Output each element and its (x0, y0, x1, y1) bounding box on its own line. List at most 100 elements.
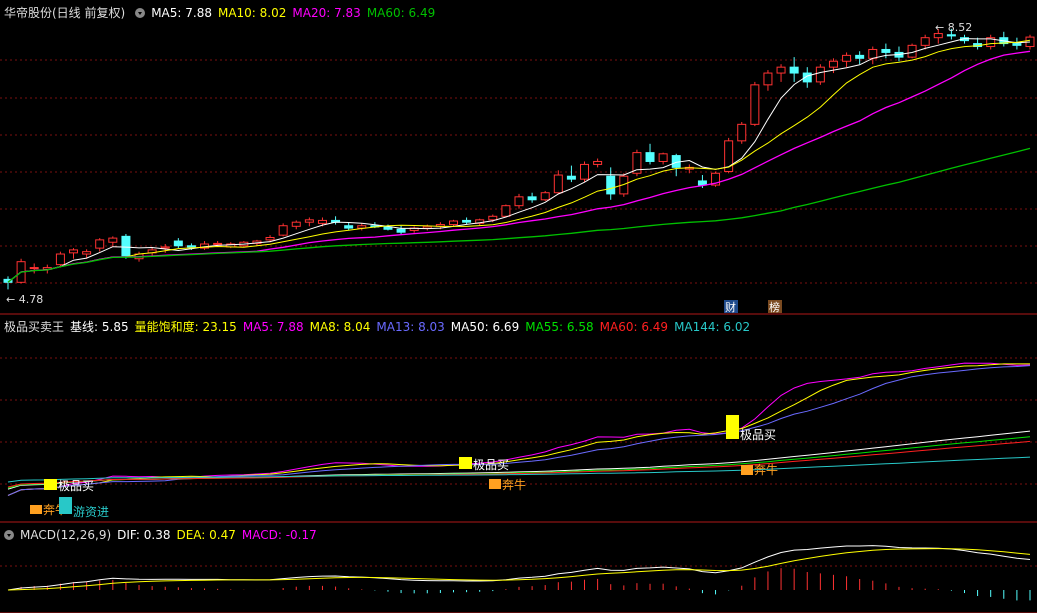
candle-up (95, 239, 105, 249)
legend-item: MA5: 7.88 (242, 320, 304, 334)
bull-signal-marker (489, 479, 501, 489)
candle-up (514, 196, 524, 207)
candle-up (580, 163, 590, 180)
candle-up (842, 54, 852, 62)
gear-icon[interactable] (4, 530, 14, 540)
badge-bang: 榜 (769, 300, 780, 314)
indicator-legend-items: 基线: 5.85 量能饱和度: 23.15 MA5: 7.88 MA8: 8.04 MA… (70, 320, 756, 334)
candle-down (396, 228, 406, 233)
dea-line (7, 548, 1031, 591)
fund-signal-marker (59, 497, 72, 514)
candle-up (29, 267, 39, 270)
legend-item: MA20: 7.83 (292, 6, 361, 20)
candle-up (737, 123, 747, 142)
candle-up (82, 251, 92, 255)
candle-up (501, 205, 511, 217)
candle-up (317, 219, 327, 224)
candle-up (553, 174, 563, 194)
candle-up (828, 60, 838, 68)
candle-up (291, 221, 301, 227)
bull-signal-marker (30, 505, 42, 514)
legend-item: MA5: 7.88 (151, 6, 212, 20)
candle-up (920, 37, 930, 46)
buy-signal-marker (726, 415, 739, 439)
stock-chart-window: ← 8.52 ← 4.78 财榜极品买 奔牛 游资进 极品买 奔牛 极品买 奔牛 华帝股份(日线… (0, 0, 1037, 613)
legend-item: MA55: 6.58 (525, 320, 594, 334)
legend-item: MACD: -0.17 (241, 528, 317, 542)
buy-signal-marker (44, 479, 57, 490)
buy-signal-marker (459, 457, 472, 469)
bull-signal-marker (741, 465, 753, 475)
ma-legend-items: MA5: 7.88 MA10: 8.02 MA20: 7.83 MA60: 6.49 (151, 6, 441, 20)
ind-ma8-line (7, 363, 1030, 496)
legend-item: MA50: 6.69 (450, 320, 520, 334)
legend-item: 基线: 5.85 (70, 320, 129, 334)
ma60-line (7, 147, 1031, 283)
candle-up (213, 242, 223, 245)
bull-signal-label: 奔牛 (754, 462, 778, 477)
candle-down (645, 152, 655, 162)
candle-down (855, 54, 865, 59)
candle-down (789, 66, 799, 74)
legend-item: MA60: 6.49 (599, 320, 669, 334)
buy-signal-label: 极品买 (58, 479, 94, 493)
candle-up (488, 215, 498, 221)
candle-up (933, 33, 943, 39)
candle-up (265, 237, 275, 241)
legend-item: 量能饱和度: 23.15 (134, 320, 237, 334)
high-price-label: ← 8.52 (935, 21, 972, 34)
legend-item: MA144: 6.02 (674, 320, 751, 334)
candle-up (763, 72, 773, 86)
bull-signal-label: 奔牛 (502, 477, 526, 492)
main-legend: 华帝股份(日线 前复权) MA5: 7.88 MA10: 8.02 MA20: 7.8… (4, 4, 447, 21)
macd-title: MACD(12,26,9) (20, 528, 112, 542)
indicator-legend: 极品买卖王 基线: 5.85 量能饱和度: 23.15 MA5: 7.88 MA8: 8… (4, 318, 762, 335)
candle-up (750, 84, 760, 125)
candle-down (881, 48, 891, 53)
indicator-title: 极品买卖王 (4, 320, 65, 334)
ind-ma5-line (7, 362, 1031, 496)
low-price-label: ← 4.78 (6, 293, 43, 306)
macd-legend: MACD(12,26,9) DIF: 0.38 DEA: 0.47 MACD: -0.… (4, 528, 329, 542)
candle-up (776, 66, 786, 74)
candle-down (344, 225, 354, 229)
main-title: 华帝股份(日线 前复权) (4, 6, 126, 20)
candle-up (448, 220, 458, 226)
gear-icon[interactable] (135, 8, 146, 18)
candle-down (566, 175, 576, 180)
legend-item: MA13: 8.03 (376, 320, 445, 334)
buy-signal-label: 极品买 (740, 428, 776, 442)
candle-up (304, 219, 314, 223)
candle-up (69, 249, 79, 254)
dif-line (7, 545, 1031, 591)
candle-up (278, 225, 288, 236)
candle-up (160, 246, 170, 249)
candle-up (593, 160, 603, 165)
legend-item: MA10: 8.02 (217, 6, 287, 20)
candle-down (1012, 43, 1022, 46)
candle-down (606, 175, 616, 195)
candle-up (108, 237, 118, 243)
candle-up (868, 48, 878, 59)
legend-item: MA60: 6.49 (366, 6, 436, 20)
candle-down (946, 34, 956, 37)
candle-down (527, 196, 537, 201)
fund-signal-label: 游资进 (73, 505, 109, 519)
candle-down (186, 245, 196, 248)
legend-item: DEA: 0.47 (176, 528, 236, 542)
chart-canvas[interactable]: ← 8.52← 4.78财 榜极品买奔牛 游资进极品买奔牛极品买奔牛 (0, 0, 1037, 613)
buy-signal-label: 极品买 (473, 458, 509, 472)
candle-up (540, 192, 550, 201)
candle-down (462, 219, 472, 223)
candle-up (658, 153, 668, 162)
candle-up (422, 225, 432, 229)
candle-down (173, 240, 183, 247)
candle-down (121, 235, 131, 257)
candle-up (815, 66, 825, 83)
badge-cai: 财 (725, 300, 736, 314)
macd-legend-items: DIF: 0.38 DEA: 0.47 MACD: -0.17 (117, 528, 323, 542)
candle-up (55, 253, 65, 266)
legend-item: MA8: 8.04 (309, 320, 371, 334)
ind-ma13-line (7, 365, 1031, 496)
legend-item: DIF: 0.38 (117, 528, 171, 542)
